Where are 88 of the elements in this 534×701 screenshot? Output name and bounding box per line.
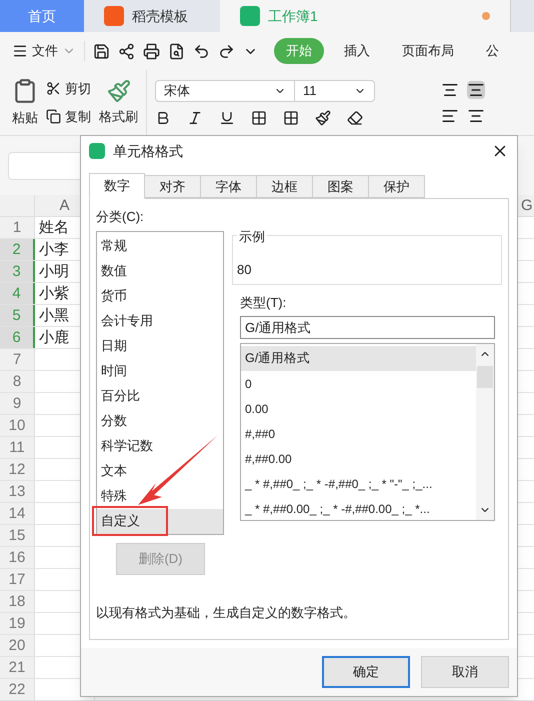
dialog-tab[interactable]: 数字: [89, 173, 145, 199]
row-header[interactable]: 22: [0, 679, 35, 700]
ribbon-tab[interactable]: 公: [474, 38, 511, 64]
row-header[interactable]: 13: [0, 481, 35, 502]
template-logo-icon: [104, 6, 124, 26]
table-cell: 小鹿: [39, 330, 69, 346]
description-text: 以现有格式为基础，生成自定义的数字格式。: [96, 604, 357, 622]
font-dropdown[interactable]: 宋体: [155, 80, 295, 102]
category-item[interactable]: 常规: [97, 234, 223, 258]
scissors-icon: [46, 81, 61, 96]
borders-icon[interactable]: [251, 110, 267, 126]
row-header[interactable]: 15: [0, 525, 35, 546]
menu-icon: [12, 43, 28, 59]
save-icon[interactable]: [93, 42, 110, 60]
row-header[interactable]: 20: [0, 635, 35, 656]
type-item[interactable]: #,##0.00: [241, 446, 476, 471]
row-header[interactable]: 14: [0, 503, 35, 524]
print-icon[interactable]: [143, 42, 160, 60]
copy-button[interactable]: 复制: [46, 106, 91, 126]
cancel-button[interactable]: 取消: [421, 656, 509, 688]
category-item[interactable]: 自定义: [97, 508, 223, 534]
row-header[interactable]: 1: [0, 217, 35, 238]
type-item[interactable]: _ * #,##0.00_ ;_ * -#,##0.00_ ;_ *...: [241, 496, 476, 520]
row-header[interactable]: 11: [0, 437, 35, 458]
table-cell: 小明: [39, 264, 69, 280]
scroll-thumb[interactable]: [477, 366, 493, 388]
paste-button[interactable]: 粘贴: [12, 70, 38, 135]
category-item[interactable]: 货币: [97, 284, 223, 308]
type-item[interactable]: G/通用格式: [241, 346, 476, 371]
italic-icon[interactable]: [187, 110, 203, 126]
ribbon-tab[interactable]: 插入: [332, 38, 382, 64]
sample-value: 80: [237, 261, 252, 279]
category-item[interactable]: 时间: [97, 358, 223, 384]
type-item[interactable]: 0: [241, 371, 476, 396]
cut-button[interactable]: 剪切: [46, 79, 91, 98]
category-item[interactable]: 文本: [97, 458, 223, 484]
dialog-title: 单元格格式: [113, 142, 183, 160]
row-header[interactable]: 10: [0, 415, 35, 436]
row-header[interactable]: 17: [0, 569, 35, 590]
type-item[interactable]: #,##0: [241, 421, 476, 446]
table-cell: 小紫: [39, 286, 69, 302]
column-header[interactable]: G: [520, 195, 534, 216]
category-item[interactable]: 日期: [97, 334, 223, 358]
brush-icon: [106, 78, 130, 103]
row-header[interactable]: 7: [0, 349, 35, 370]
dialog-tab[interactable]: 字体: [201, 175, 257, 198]
ok-button[interactable]: 确定: [322, 656, 410, 688]
dialog-tab[interactable]: 图案: [313, 175, 369, 198]
fill-color-icon[interactable]: [315, 110, 331, 126]
row-header[interactable]: 9: [0, 393, 35, 414]
row-header[interactable]: 18: [0, 591, 35, 612]
category-item[interactable]: 会计专用: [97, 308, 223, 334]
category-item[interactable]: 分数: [97, 408, 223, 434]
dialog-tab[interactable]: 边框: [257, 175, 313, 198]
row-header[interactable]: 19: [0, 613, 35, 634]
category-item[interactable]: 科学记数: [97, 434, 223, 458]
table-cell: 姓名: [39, 220, 69, 236]
category-label: 分类(C):: [96, 208, 145, 226]
spreadsheet-logo-icon: [89, 143, 105, 159]
cell-style-icon[interactable]: [283, 110, 299, 126]
scrollbar[interactable]: [476, 344, 494, 520]
eraser-icon[interactable]: [347, 110, 363, 126]
table-cell: 小李: [39, 242, 69, 258]
category-item[interactable]: 特殊: [97, 484, 223, 508]
type-item[interactable]: 0.00: [241, 396, 476, 421]
dialog-tab[interactable]: 对齐: [145, 175, 201, 198]
row-header[interactable]: 21: [0, 657, 35, 678]
underline-icon[interactable]: [219, 110, 235, 126]
row-header[interactable]: 16: [0, 547, 35, 568]
dialog-tab[interactable]: 保护: [369, 175, 425, 198]
share-icon[interactable]: [118, 42, 135, 60]
file-menu[interactable]: 文件: [12, 41, 85, 61]
row-header[interactable]: 8: [0, 371, 35, 392]
font-size-dropdown[interactable]: 11: [295, 80, 375, 102]
category-item[interactable]: 百分比: [97, 384, 223, 408]
row-header[interactable]: 12: [0, 459, 35, 480]
copy-icon: [46, 108, 61, 124]
type-input[interactable]: G/通用格式: [240, 316, 495, 339]
type-label: 类型(T):: [240, 294, 288, 312]
print-preview-icon[interactable]: [168, 42, 185, 60]
type-item[interactable]: _ * #,##0_ ;_ * -#,##0_ ;_ * "-"_ ;_...: [241, 471, 476, 496]
category-item[interactable]: 数值: [97, 258, 223, 284]
spreadsheet-logo-icon: [240, 6, 260, 26]
align-middle-icon[interactable]: [467, 80, 485, 98]
redo-icon[interactable]: [218, 42, 235, 60]
table-cell: 小黑: [39, 308, 69, 324]
ribbon-tab[interactable]: 页面布局: [390, 38, 466, 64]
undo-icon[interactable]: [193, 42, 210, 60]
